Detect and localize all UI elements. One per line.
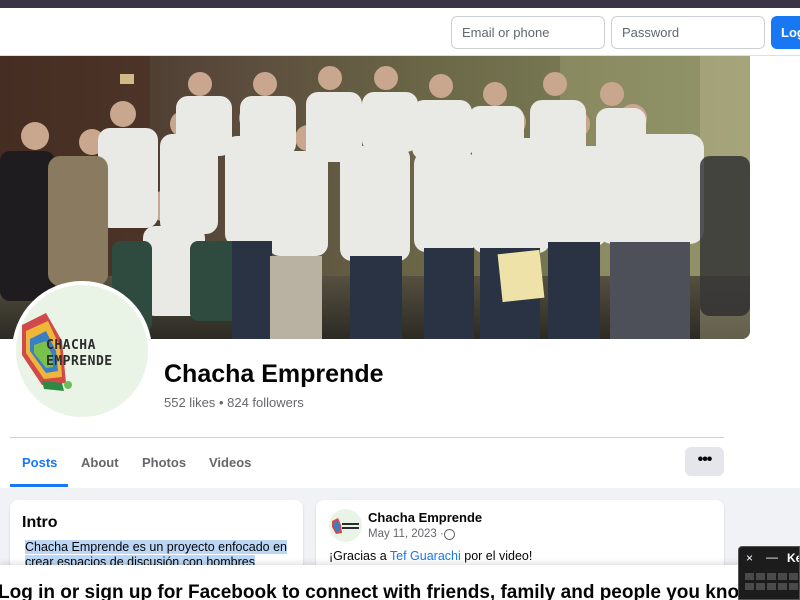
page-avatar[interactable]: CHACHA EMPRENDE [12,281,152,421]
email-input[interactable] [451,16,605,49]
post-mention-link[interactable]: Tef Guarachi [390,549,461,563]
password-input[interactable] [611,16,765,49]
logo-text-line2: EMPRENDE [46,354,113,369]
tab-posts[interactable]: Posts [22,455,57,470]
minimize-icon[interactable]: — [766,550,778,564]
login-banner: Log in or sign up for Facebook to connec… [0,565,800,600]
post-timestamp[interactable]: May 11, 2023 · [368,528,444,540]
logo-text-line1: CHACHA [46,338,96,353]
likes-count[interactable]: 552 likes [164,395,215,410]
keyboard-widget-label: Ke [787,551,799,565]
login-button[interactable]: Log In [771,16,800,49]
post-author-name[interactable]: Chacha Emprende [368,510,482,525]
active-tab-indicator [10,484,68,487]
post-text: ¡Gracias a Tef Guarachi por el video! [329,549,532,563]
followers-count[interactable]: 824 followers [227,395,304,410]
post-text-after: por el video! [460,549,533,563]
tabs-divider [10,437,724,438]
tab-photos[interactable]: Photos [142,455,186,470]
login-banner-text: Log in or sign up for Facebook to connec… [0,582,759,600]
more-options-icon: ••• [697,451,713,468]
page-title: Chacha Emprende [164,360,384,388]
tab-about[interactable]: About [81,455,119,470]
post-text-before: ¡Gracias a [329,549,390,563]
stats-separator: • [218,395,224,410]
post-author-avatar[interactable] [329,509,362,542]
keyboard-keys-icon [745,573,798,590]
chacha-emprende-logo-small [332,518,359,534]
more-options-button[interactable]: ••• [685,447,724,476]
browser-top-strip [0,0,800,8]
onscreen-keyboard-widget[interactable]: × — Ke [738,546,800,600]
top-navbar: Log In [0,8,800,56]
chacha-emprende-logo [22,313,72,391]
intro-title: Intro [22,514,58,531]
page-stats: 552 likes • 824 followers [164,395,304,410]
tab-videos[interactable]: Videos [209,455,251,470]
close-icon[interactable]: × [746,551,753,565]
globe-icon [444,529,455,540]
